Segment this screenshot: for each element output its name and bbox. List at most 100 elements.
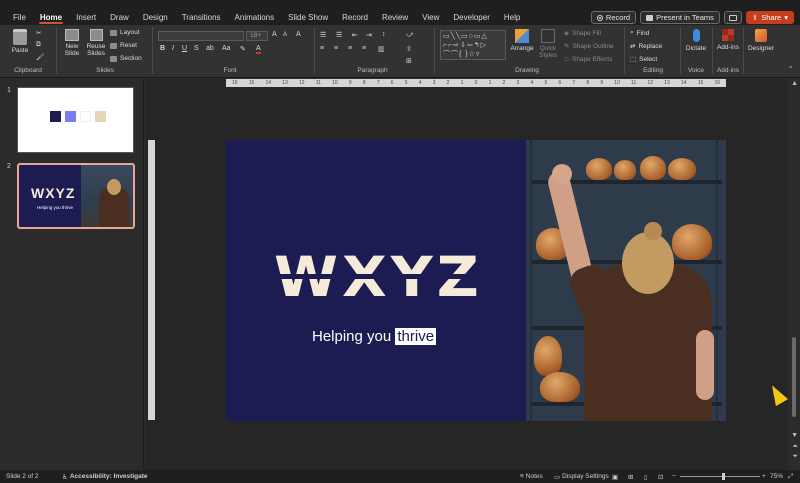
italic-button[interactable]: I xyxy=(172,45,174,52)
effects-icon: ◇ xyxy=(564,56,569,63)
slideshow-icon[interactable]: ⊡ xyxy=(658,473,663,481)
tab-help[interactable]: Help xyxy=(497,10,527,25)
scroll-down-arrow[interactable]: ▼ xyxy=(791,432,798,439)
justify-button[interactable]: ≡ xyxy=(362,45,366,52)
previous-slide-button[interactable]: ⏶ xyxy=(792,443,798,451)
comments-button[interactable] xyxy=(723,11,742,24)
zoom-slider-handle[interactable] xyxy=(722,473,725,480)
zoom-in-button[interactable]: + xyxy=(762,473,766,480)
font-name-field[interactable] xyxy=(158,31,244,41)
ruler-tick-label: 14 xyxy=(680,80,687,86)
tab-record[interactable]: Record xyxy=(335,10,375,25)
numbering-button[interactable]: ☰ xyxy=(336,31,342,39)
display-settings-button[interactable]: ▭ Display Settings xyxy=(554,473,609,481)
format-painter-icon[interactable]: 🖌 xyxy=(36,53,44,61)
align-left-button[interactable]: ≡ xyxy=(320,45,324,52)
slide-thumbnail-2[interactable]: WXYZ Helping you thrive xyxy=(17,163,135,229)
tab-developer[interactable]: Developer xyxy=(446,10,496,25)
strikethrough-button[interactable]: S xyxy=(194,45,199,52)
zoom-out-button[interactable]: − xyxy=(672,473,676,480)
display-settings-label: Display Settings xyxy=(562,472,609,480)
bullets-button[interactable]: ☰ xyxy=(320,31,326,39)
fit-slide-icon[interactable]: ⤢ xyxy=(788,473,793,481)
horizontal-ruler: 16 15 14 13 12 11 10 9 8 7 6 5 4 3 2 1 0 1 2 3 4 5 6 7 8 9 10 11 12 1… xyxy=(226,79,726,87)
change-case-button[interactable]: Aa xyxy=(222,45,231,52)
share-button[interactable]: ⇪ Share ▾ xyxy=(745,11,794,24)
replace-button[interactable]: ⇄ Replace xyxy=(630,42,662,51)
slide-thumbnail-1[interactable] xyxy=(17,87,134,153)
collapse-ribbon-icon[interactable]: ⌃ xyxy=(788,65,793,73)
normal-view-icon[interactable]: ▣ xyxy=(612,473,618,481)
record-button[interactable]: Record xyxy=(590,11,637,24)
find-button[interactable]: ⌕ Find xyxy=(630,29,649,37)
highlight-button[interactable]: ✎ xyxy=(240,45,246,53)
tab-file[interactable]: File xyxy=(6,10,33,25)
clear-format-button[interactable]: A xyxy=(296,31,301,38)
slide-2[interactable]: WXYZ Helping you thrive xyxy=(226,140,726,421)
font-color-button[interactable]: A xyxy=(256,45,261,54)
select-button[interactable]: ⬚ Select xyxy=(630,55,657,64)
shapes-gallery[interactable]: ▭╲╲▭○▭△ ⌐⌐⇨⇩⇦↰▷ ⌒⌒{ }☆▿ xyxy=(440,30,506,60)
increase-font-button[interactable]: A xyxy=(272,31,277,38)
tab-transitions[interactable]: Transitions xyxy=(175,10,228,25)
zoom-slider[interactable] xyxy=(680,476,760,477)
reuse-slides-button[interactable]: Reuse Slides xyxy=(85,29,107,57)
align-text-button[interactable]: ⇳ xyxy=(406,45,412,53)
person-hand xyxy=(552,164,572,184)
align-center-button[interactable]: ≡ xyxy=(334,45,338,52)
addins-button[interactable]: Add-ins xyxy=(715,29,741,51)
cut-icon[interactable]: ✂ xyxy=(36,29,41,37)
tab-home[interactable]: Home xyxy=(33,10,69,25)
decrease-indent-button[interactable]: ⇤ xyxy=(352,31,358,39)
scroll-up-arrow[interactable]: ▲ xyxy=(791,80,798,87)
tab-view[interactable]: View xyxy=(415,10,446,25)
shape-fill-button[interactable]: ◈ Shape Fill xyxy=(564,29,601,38)
next-slide-button[interactable]: ⏷ xyxy=(792,453,798,461)
columns-button[interactable]: ▥ xyxy=(378,45,385,53)
underline-button[interactable]: U xyxy=(182,45,187,52)
tab-design[interactable]: Design xyxy=(136,10,175,25)
quick-styles-button[interactable]: Quick Styles xyxy=(536,29,560,59)
vertical-scrollbar[interactable] xyxy=(789,79,797,470)
new-slide-button[interactable]: New Slide xyxy=(60,29,84,57)
present-in-teams-button[interactable]: Present in Teams xyxy=(640,11,720,24)
dictate-button[interactable]: Dictate xyxy=(684,29,708,52)
reset-button[interactable]: Reset xyxy=(110,42,137,49)
tagline-textbox[interactable]: Helping you thrive xyxy=(312,328,437,345)
paste-button[interactable]: Paste xyxy=(10,29,30,54)
notes-button[interactable]: ≡ Notes xyxy=(520,473,543,480)
bakery-photo[interactable] xyxy=(526,140,726,421)
layout-button[interactable]: Layout xyxy=(110,29,140,36)
font-size-field[interactable]: 18+ xyxy=(246,31,268,41)
scrollbar-thumb[interactable] xyxy=(792,337,796,417)
smartart-button[interactable]: ⊞ xyxy=(406,57,412,65)
ruler-tick-label: 12 xyxy=(299,80,305,86)
decrease-font-button[interactable]: A xyxy=(283,32,287,38)
designer-button[interactable]: Designer xyxy=(746,29,776,52)
char-spacing-button[interactable]: ab xyxy=(206,45,214,52)
tab-insert[interactable]: Insert xyxy=(69,10,103,25)
notes-label: Notes xyxy=(525,473,543,480)
shape-effects-button[interactable]: ◇ Shape Effects xyxy=(564,55,612,64)
tab-review[interactable]: Review xyxy=(375,10,415,25)
line-spacing-button[interactable]: ↕ xyxy=(382,31,386,38)
shape-outline-button[interactable]: ✎ Shape Outline xyxy=(564,42,614,51)
zoom-level[interactable]: 75% xyxy=(770,473,783,480)
copy-icon[interactable]: ⧉ xyxy=(36,41,41,49)
record-label: Record xyxy=(605,13,631,22)
section-button[interactable]: Section xyxy=(110,55,142,62)
align-right-button[interactable]: ≡ xyxy=(348,45,352,52)
accessibility-status[interactable]: ♿ Accessibility: Investigate xyxy=(62,473,148,481)
tab-draw[interactable]: Draw xyxy=(103,10,136,25)
tab-animations[interactable]: Animations xyxy=(228,10,282,25)
reading-view-icon[interactable]: ▯ xyxy=(644,473,648,481)
tab-slide-show[interactable]: Slide Show xyxy=(281,10,335,25)
text-direction-button[interactable]: ⤻ xyxy=(406,31,413,39)
slide-sorter-icon[interactable]: ⊞ xyxy=(628,473,633,481)
addins-group-label: Add-ins xyxy=(716,67,740,74)
ruler-tick-label: 1 xyxy=(488,80,492,86)
arrange-button[interactable]: Arrange xyxy=(510,29,534,52)
increase-indent-button[interactable]: ⇥ xyxy=(366,31,372,39)
bold-button[interactable]: B xyxy=(160,45,165,52)
tagline-highlight: thrive xyxy=(395,328,437,345)
